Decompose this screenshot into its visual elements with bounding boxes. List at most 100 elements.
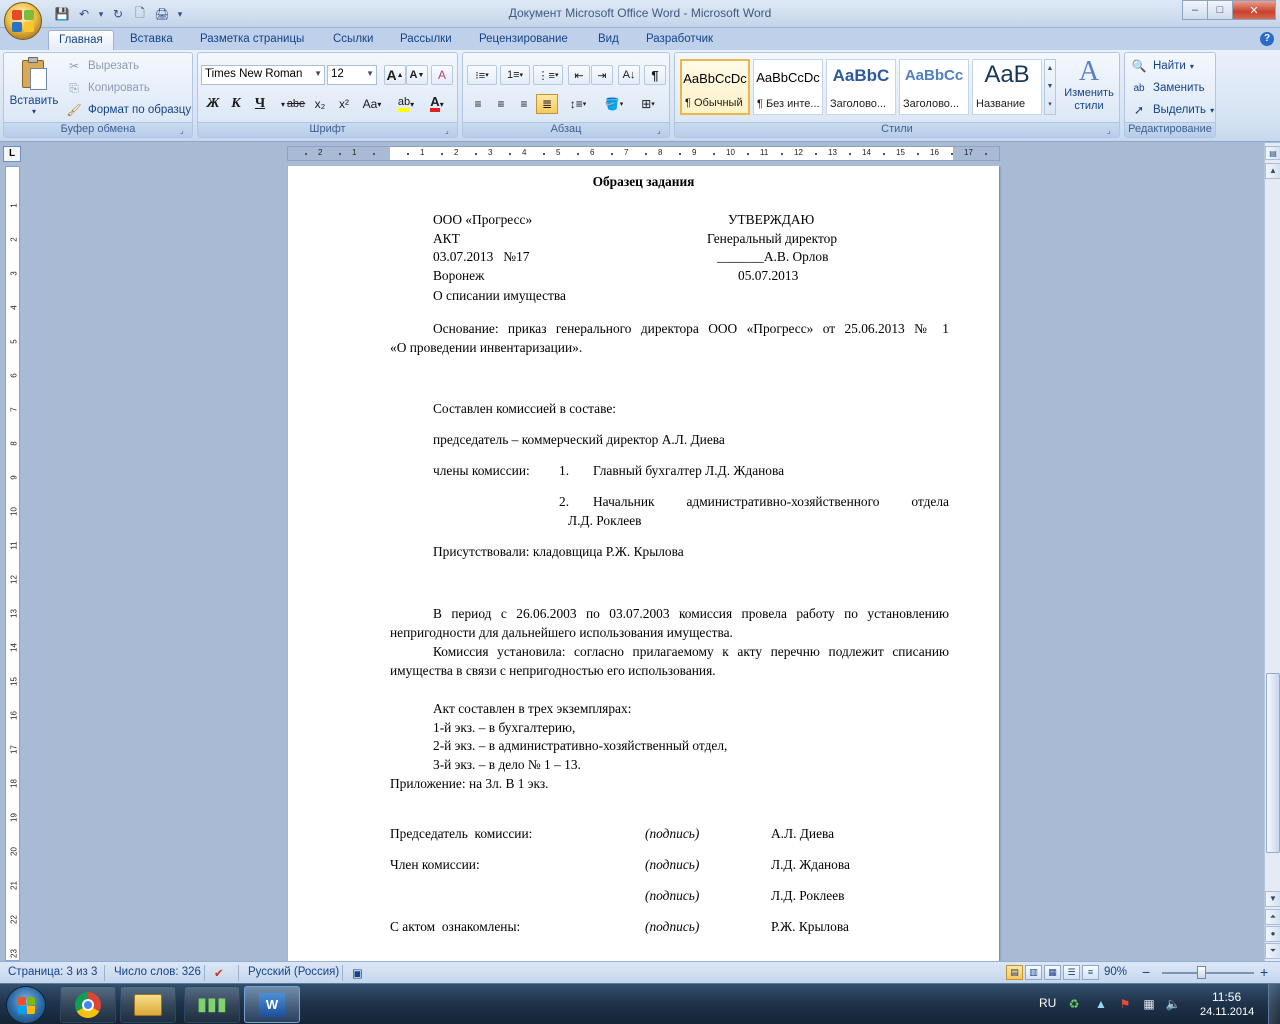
increase-indent-button[interactable]: ⇥ xyxy=(591,65,613,85)
shading-button[interactable]: 🪣 ▾ xyxy=(599,94,629,114)
tab-home[interactable]: Главная xyxy=(48,30,114,50)
style-heading-1[interactable]: AaBbC Заголово... xyxy=(826,59,896,115)
draft-view-icon[interactable]: ≡ xyxy=(1082,965,1099,980)
align-right-button[interactable]: ≡ xyxy=(513,94,535,114)
bullets-button[interactable]: ⁝≡ ▾ xyxy=(467,65,497,85)
copy-button[interactable]: ⎘ Копировать xyxy=(64,78,150,98)
style-title[interactable]: AaB Название xyxy=(972,59,1042,115)
scroll-down-icon[interactable]: ▼ xyxy=(1045,78,1055,96)
word-count[interactable]: Число слов: 326 xyxy=(114,966,201,978)
subscript-button[interactable]: x₂ xyxy=(309,94,331,114)
strikethrough-button[interactable]: abe xyxy=(285,94,307,114)
tab-references[interactable]: Ссылки xyxy=(323,30,384,50)
page-count[interactable]: Страница: 3 из 3 xyxy=(8,966,97,978)
numbering-button[interactable]: 1≡ ▾ xyxy=(500,65,530,85)
scroll-up-icon[interactable]: ▲ xyxy=(1265,163,1280,179)
full-screen-reading-view-icon[interactable]: ▥ xyxy=(1025,965,1042,980)
dialog-launcher-icon[interactable]: ⌟ xyxy=(180,126,189,135)
justify-button[interactable]: ≣ xyxy=(536,94,558,114)
start-button[interactable] xyxy=(6,986,46,1024)
input-language[interactable]: RU xyxy=(1039,996,1056,1010)
grow-font-button[interactable]: A ▲ xyxy=(384,65,406,85)
dialog-launcher-icon[interactable]: ⌟ xyxy=(445,126,454,135)
vertical-scrollbar[interactable]: ▤ ▲ ▼ ⏶ ● ⏷ xyxy=(1264,143,1280,961)
dialog-launcher-icon[interactable]: ⌟ xyxy=(1107,126,1116,135)
tab-selector[interactable]: L xyxy=(3,146,21,162)
style-normal[interactable]: AaBbCcDc ¶ Обычный xyxy=(680,59,750,115)
styles-scroll[interactable]: ▲ ▼ ▾ xyxy=(1044,59,1056,115)
font-family-combo[interactable]: Times New Roman ▼ xyxy=(201,65,325,85)
change-styles-button[interactable]: A Изменить стили xyxy=(1060,57,1118,121)
borders-button[interactable]: ⊞ ▾ xyxy=(633,94,663,114)
style-no-spacing[interactable]: AaBbCcDc ¶ Без инте... xyxy=(753,59,823,115)
show-desktop-button[interactable] xyxy=(1268,984,1280,1024)
underline-button[interactable]: Ч xyxy=(249,94,271,114)
volume-icon[interactable]: 🔈 xyxy=(1165,997,1181,1013)
dialog-launcher-icon[interactable]: ⌟ xyxy=(657,126,666,135)
macro-record-icon[interactable]: ▣ xyxy=(352,966,363,980)
line-spacing-button[interactable]: ↕≡ ▾ xyxy=(563,94,593,114)
scroll-up-icon[interactable]: ▲ xyxy=(1045,60,1055,78)
tab-insert[interactable]: Вставка xyxy=(120,30,183,50)
zoom-level[interactable]: 90% xyxy=(1104,966,1127,978)
bold-button[interactable]: Ж xyxy=(202,94,224,114)
style-heading-2[interactable]: AaBbCc Заголово... xyxy=(899,59,969,115)
zoom-slider-thumb[interactable] xyxy=(1197,966,1206,979)
clock-time[interactable]: 11:56 xyxy=(1212,990,1241,1004)
next-page-icon[interactable]: ⏷ xyxy=(1265,943,1280,959)
highlight-button[interactable]: ab ▾ xyxy=(391,94,421,114)
zoom-in-button[interactable]: + xyxy=(1260,964,1268,980)
scroll-down-icon[interactable]: ▼ xyxy=(1265,891,1280,907)
previous-page-icon[interactable]: ⏶ xyxy=(1265,909,1280,925)
network-icon[interactable]: ▦ xyxy=(1141,997,1157,1013)
tray-app-icon[interactable]: ♻ xyxy=(1066,997,1082,1013)
zoom-slider[interactable] xyxy=(1162,972,1254,974)
decrease-indent-button[interactable]: ⇤ xyxy=(568,65,590,85)
font-size-combo[interactable]: 12 ▼ xyxy=(327,65,377,85)
document-area[interactable]: Образец задания ООО «Прогресс» УТВЕРЖДАЮ… xyxy=(20,166,1264,961)
sort-button[interactable]: A↓ xyxy=(618,65,640,85)
clear-formatting-button[interactable]: A xyxy=(431,65,453,85)
taskbar-word[interactable]: W xyxy=(244,986,300,1023)
font-color-button[interactable]: A ▾ xyxy=(422,94,452,114)
tab-view[interactable]: Вид xyxy=(588,30,629,50)
italic-button[interactable]: К xyxy=(225,94,247,114)
minimize-button[interactable]: – xyxy=(1182,0,1208,20)
help-icon[interactable]: ? xyxy=(1260,32,1274,46)
show-marks-button[interactable]: ¶ xyxy=(644,65,666,85)
outline-view-icon[interactable]: ☰ xyxy=(1063,965,1080,980)
find-button[interactable]: 🔍 Найти ▾ xyxy=(1129,56,1194,76)
office-button[interactable] xyxy=(4,2,42,40)
select-button[interactable]: ➚ Выделить ▾ xyxy=(1129,100,1214,120)
align-left-button[interactable]: ≡ xyxy=(467,94,489,114)
superscript-button[interactable]: x² xyxy=(333,94,355,114)
multilevel-list-button[interactable]: ⋮≡ ▾ xyxy=(533,65,563,85)
shrink-font-button[interactable]: A ▼ xyxy=(406,65,428,85)
format-painter-button[interactable]: 🖌 Формат по образцу xyxy=(64,100,191,120)
restore-button[interactable]: □ xyxy=(1207,0,1233,20)
tab-page-layout[interactable]: Разметка страницы xyxy=(190,30,314,50)
taskbar-chrome[interactable] xyxy=(60,986,116,1023)
proofing-icon[interactable]: ✔ xyxy=(214,966,224,980)
web-layout-view-icon[interactable]: ▦ xyxy=(1044,965,1061,980)
cut-button[interactable]: ✂ Вырезать xyxy=(64,56,139,76)
show-hidden-icons-icon[interactable]: ▲ xyxy=(1093,997,1109,1013)
change-case-button[interactable]: Aa ▾ xyxy=(357,94,387,114)
scrollbar-thumb[interactable] xyxy=(1266,673,1280,853)
vertical-ruler[interactable]: 1 2 3 4 5 6 7 8 9 10 11 12 13 14 15 16 17 18 19 20 21 22 23 xyxy=(5,166,20,961)
action-center-icon[interactable]: ⚑ xyxy=(1117,997,1133,1013)
replace-button[interactable]: ab Заменить xyxy=(1129,78,1204,98)
tab-mailings[interactable]: Рассылки xyxy=(390,30,462,50)
print-layout-view-icon[interactable]: ▤ xyxy=(1006,965,1023,980)
tab-review[interactable]: Рецензирование xyxy=(469,30,578,50)
horizontal-ruler[interactable]: 3211234567891011121314151617 xyxy=(287,146,1000,161)
tab-developer[interactable]: Разработчик xyxy=(636,30,723,50)
taskbar-app[interactable]: ▮▮▮ xyxy=(184,986,240,1023)
ruler-toggle-icon[interactable]: ▤ xyxy=(1265,146,1280,160)
select-browse-object-icon[interactable]: ● xyxy=(1265,926,1280,942)
language[interactable]: Русский (Россия) xyxy=(248,966,339,978)
zoom-out-button[interactable]: − xyxy=(1142,964,1150,980)
clock-date[interactable]: 24.11.2014 xyxy=(1200,1006,1254,1018)
document-page[interactable]: Образец задания ООО «Прогресс» УТВЕРЖДАЮ… xyxy=(288,166,999,961)
close-button[interactable]: ✕ xyxy=(1232,0,1276,20)
